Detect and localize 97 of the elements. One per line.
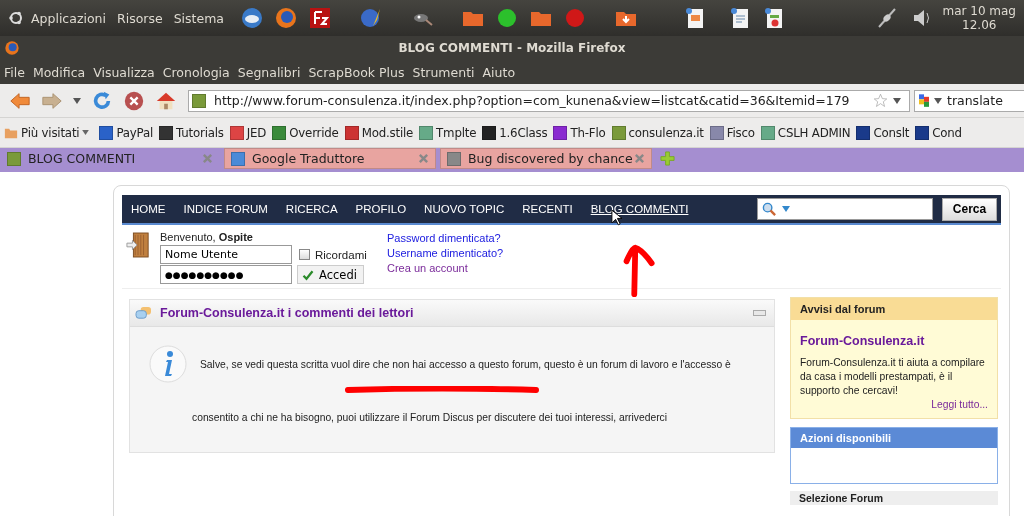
panel-menu[interactable]: Applicazioni — [31, 10, 106, 26]
site-icon — [482, 125, 497, 140]
url-field[interactable]: http://www.forum-consulenza.it/index.php?option=com_kunena&view=listcat&catid=36&Itemid=179 — [188, 89, 910, 112]
checkbox[interactable] — [299, 249, 310, 260]
globe-feather-icon[interactable] — [359, 6, 383, 30]
site-search-field[interactable] — [757, 198, 933, 220]
menu-item[interactable]: Strumenti — [412, 64, 475, 80]
site-icon — [709, 125, 724, 140]
checkbox-label[interactable]: Ricordami — [315, 248, 367, 261]
message-text: Salve, se vedi questa scritta vuol dire che non hai accesso a questo forum, questo è un forum di lavoro e l'accesso è — [200, 358, 731, 370]
site-icon — [344, 125, 359, 140]
caret-icon[interactable] — [73, 97, 81, 104]
site-icon — [419, 125, 434, 140]
browser-icon — [4, 40, 20, 56]
google-icon[interactable] — [919, 93, 929, 108]
site-icon — [231, 151, 245, 166]
box-header: Avvisi dal forum — [791, 298, 997, 320]
menu-item[interactable]: Visualizza — [93, 64, 155, 80]
login-button[interactable]: Accedi — [297, 265, 364, 284]
bookmark-link[interactable]: PayPal — [99, 125, 154, 140]
welcome-text: Benvenuto, Ospite — [160, 231, 254, 244]
box-header: Selezione Forum — [790, 491, 998, 505]
bookmark-link[interactable]: Override — [272, 125, 339, 140]
site-icon — [915, 125, 930, 140]
status-circle-icon[interactable] — [495, 6, 519, 30]
caret-icon[interactable] — [934, 97, 942, 104]
info-icon — [148, 344, 188, 384]
menu-item[interactable]: Segnalibri — [237, 64, 301, 80]
text-link[interactable]: Crea un account — [387, 261, 504, 276]
caret-icon[interactable] — [782, 206, 790, 212]
site-icon — [99, 125, 114, 140]
bookmarks-folder[interactable]: Più visitati — [4, 125, 94, 140]
site-icon — [760, 125, 775, 140]
nav-link[interactable]: RICERCA — [285, 203, 338, 215]
site-icon — [272, 125, 287, 140]
star-icon[interactable] — [873, 93, 888, 108]
clock-time[interactable]: 12.06 — [962, 18, 997, 32]
menu-item[interactable]: Aiuto — [482, 64, 516, 80]
stop-icon[interactable] — [123, 89, 145, 112]
browser-icon[interactable] — [274, 6, 298, 30]
site-icon — [856, 125, 871, 140]
notice-title: Forum-Consulenza.it — [800, 334, 926, 348]
email-client-icon[interactable] — [240, 6, 264, 30]
notice-text: Forum-Consulenza.it ti aiuta a compilare da casa i modelli prestampati, è il supporto che cercavi! — [800, 356, 986, 398]
ftp-client-icon[interactable] — [308, 6, 332, 30]
browser-tab[interactable]: Google Traduttore — [224, 148, 436, 169]
check-icon — [302, 268, 314, 281]
site-icon — [611, 125, 626, 140]
nav-link[interactable]: PROFILO — [355, 203, 407, 215]
password-field[interactable]: ●●●●●●●●●● — [160, 265, 292, 284]
ubuntu-logo-icon[interactable] — [8, 10, 24, 26]
read-more-link[interactable]: Leggi tutto... — [931, 398, 988, 412]
bookmark-link[interactable]: Fisco — [709, 125, 755, 140]
site-icon — [553, 125, 568, 140]
menu-item[interactable]: ScrapBook Plus — [308, 64, 405, 80]
nav-link[interactable]: INDICE FORUM — [183, 203, 268, 215]
bookmark-link[interactable]: 1.6Class — [482, 125, 548, 140]
caret-icon[interactable] — [893, 97, 901, 104]
browser-tab[interactable]: Bug discovered by chance — [440, 148, 652, 169]
nav-link[interactable]: BLOG COMMENTI — [590, 203, 689, 215]
search-field[interactable]: translate — [914, 89, 1024, 112]
site-icon — [7, 151, 21, 166]
window-title: BLOG COMMENTI - Mozilla Firefox — [398, 41, 626, 55]
nav-link[interactable]: NUOVO TOPIC — [424, 203, 505, 215]
site-icon — [447, 151, 461, 166]
bookmark-link[interactable]: Th-Flo — [553, 125, 606, 140]
menu-item[interactable]: Modifica — [32, 64, 86, 80]
nav-link[interactable]: RECENTI — [522, 203, 573, 215]
site-icon — [159, 125, 174, 140]
nav-link[interactable]: HOME — [131, 203, 166, 215]
door-icon — [126, 231, 150, 259]
bookmark-link[interactable]: Conslt — [856, 125, 910, 140]
bookmark-link[interactable]: CSLH ADMIN — [760, 125, 851, 140]
bookmark-link[interactable]: JED — [229, 125, 267, 140]
caret-icon — [82, 130, 90, 135]
bookmark-link[interactable]: Tutorials — [159, 125, 224, 140]
menu-item[interactable]: Cronologia — [162, 64, 230, 80]
site-icon — [229, 125, 244, 140]
bookmark-link[interactable]: Tmplte — [419, 125, 477, 140]
site-icon — [192, 93, 206, 108]
reload-icon[interactable] — [91, 89, 113, 112]
bookmark-link[interactable]: consulenza.it — [611, 125, 704, 140]
bookmark-link[interactable]: Cond — [915, 125, 962, 140]
menu-item[interactable]: File — [4, 64, 25, 80]
text-link[interactable]: Username dimenticato? — [387, 246, 504, 261]
bookmark-link[interactable]: Mod.stile — [344, 125, 414, 140]
search-button[interactable]: Cerca — [942, 197, 997, 221]
panel-menu[interactable]: Sistema — [173, 10, 224, 26]
speech-bubbles-icon — [135, 305, 152, 321]
record-icon[interactable] — [563, 6, 587, 30]
text-link[interactable]: Password dimenticata? — [387, 231, 504, 246]
username-field[interactable]: Nome Utente — [160, 245, 292, 264]
search-icon[interactable] — [762, 201, 777, 217]
message-text: consentito a chi ne ha bisogno, puoi utilizzare il Forum Discus per discutere dei tuoi interessi, arrivederci — [192, 412, 669, 423]
panel-menu[interactable]: Risorse — [117, 10, 163, 26]
clock-date[interactable]: mar 10 mag — [942, 4, 1016, 18]
box-header: Azioni disponibili — [791, 428, 997, 448]
